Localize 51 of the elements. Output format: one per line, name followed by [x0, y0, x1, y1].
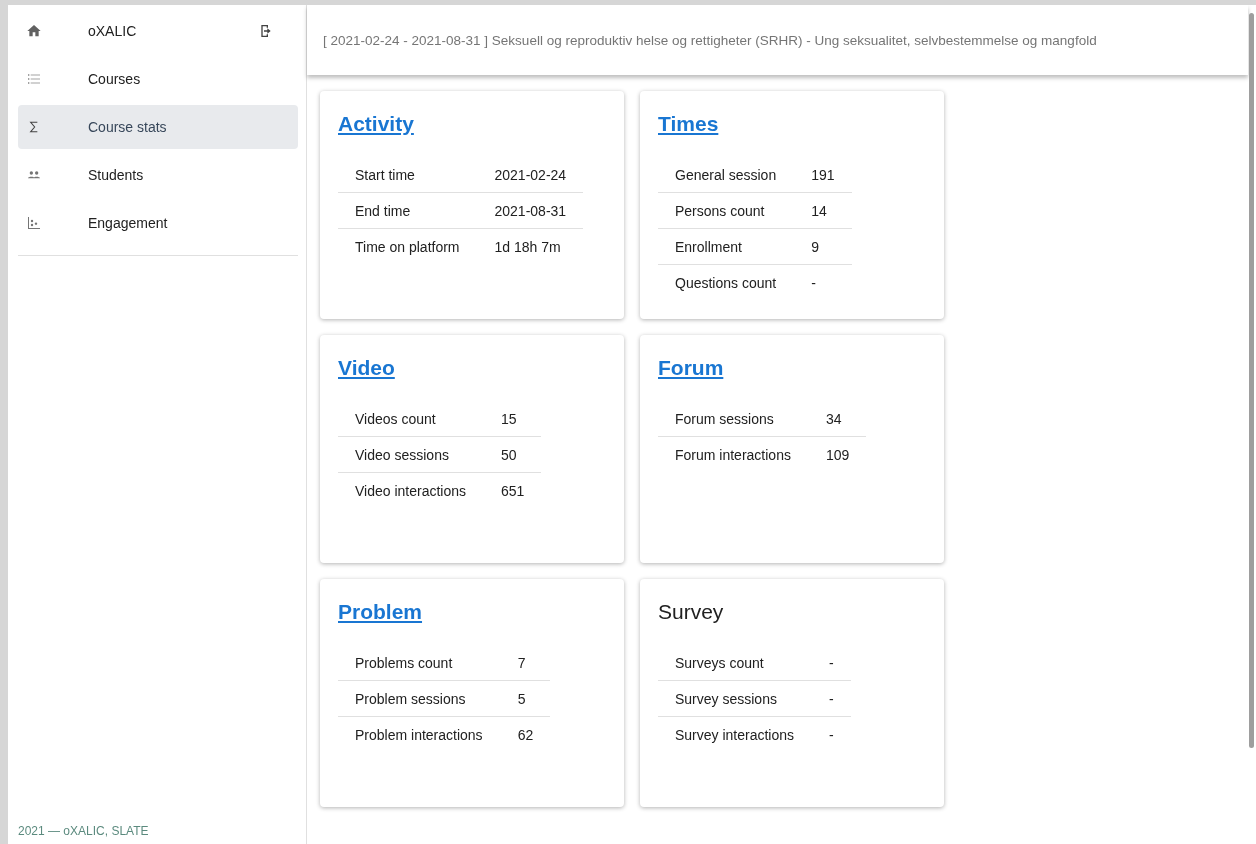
table-cell: Survey sessions: [658, 680, 812, 717]
table-cell: 50: [483, 436, 542, 473]
table-cell: 2021-08-31: [476, 192, 584, 229]
table-cell: Problem sessions: [338, 680, 500, 717]
card-title-link[interactable]: Forum: [658, 356, 724, 380]
table-cell: 62: [499, 716, 551, 752]
card-title-link[interactable]: Video: [338, 356, 395, 380]
table-cell: Video sessions: [338, 436, 484, 473]
table-cell: -: [811, 716, 851, 752]
table-cell: 109: [807, 436, 867, 472]
nav-item[interactable]: Courses: [18, 57, 298, 101]
table-cell: Questions count: [658, 264, 794, 300]
card-title-link[interactable]: Activity: [338, 112, 414, 136]
table-cell: Enrollment: [658, 228, 794, 265]
table-cell: 9: [793, 228, 852, 265]
scatter-plot-icon: [26, 215, 42, 231]
table-cell: 5: [499, 680, 551, 717]
table-cell: Video interactions: [338, 472, 484, 508]
nav-item[interactable]: Students: [18, 153, 298, 197]
table-cell: -: [811, 680, 851, 717]
table-cell: Surveys count: [658, 645, 812, 681]
table-cell: 651: [483, 472, 542, 508]
table-cell: -: [793, 264, 852, 300]
table-cell: Problems count: [338, 645, 500, 681]
table-cell: 2021-02-24: [476, 157, 584, 193]
footer-text: 2021 — oXALIC, SLATE: [18, 824, 150, 840]
table-cell: 14: [793, 192, 852, 229]
table-cell: Time on platform: [338, 228, 477, 264]
table-cell: Forum interactions: [658, 436, 808, 472]
card-title-link[interactable]: Problem: [338, 600, 423, 624]
table-cell: End time: [338, 192, 477, 229]
table-cell: 34: [807, 401, 867, 437]
table-cell: Survey interactions: [658, 716, 812, 752]
nav-item[interactable]: Course stats: [18, 105, 298, 149]
table-cell: Persons count: [658, 192, 794, 229]
table-cell: 1d 18h 7m: [476, 228, 584, 264]
table-cell: Videos count: [338, 401, 484, 437]
card-title-link[interactable]: Times: [658, 112, 719, 136]
table-cell: -: [811, 645, 851, 681]
table-cell: Problem interactions: [338, 716, 500, 752]
table-cell: 191: [793, 157, 852, 193]
table-cell: 15: [483, 401, 542, 437]
course-title: [ 2021-02-24 - 2021-08-31 ] Seksuell og reproduktiv helse og rettigheter (SRHR) - Ung seksualitet, selvbestemmelse og mangfold: [323, 32, 1097, 48]
home-icon[interactable]: [26, 23, 42, 39]
table-cell: Start time: [338, 157, 477, 193]
table-cell: General session: [658, 157, 794, 193]
app-name[interactable]: oXALIC: [88, 23, 137, 39]
table-cell: 7: [499, 645, 551, 681]
table-cell: Forum sessions: [658, 401, 808, 437]
card-title: Survey: [658, 600, 724, 624]
nav-item[interactable]: Engagement: [18, 201, 298, 245]
